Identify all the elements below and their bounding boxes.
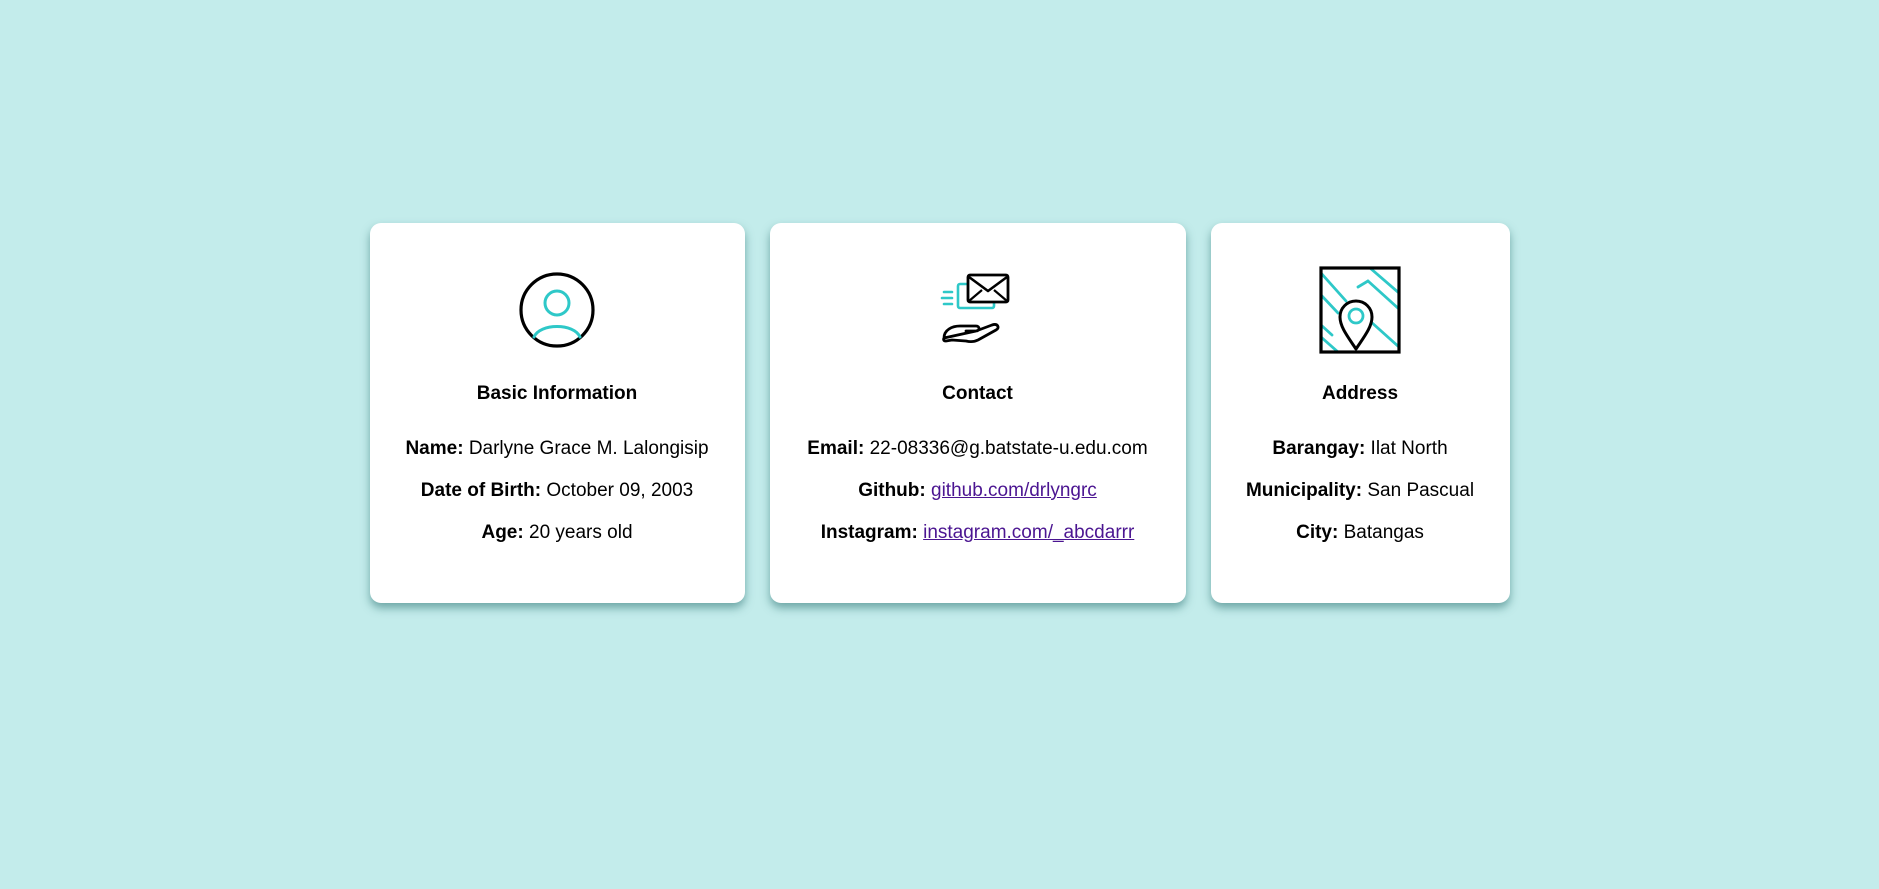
municipality-label: Municipality: bbox=[1245, 480, 1363, 501]
basic-information-card: Basic Information Name: Darlyne Grace M.… bbox=[369, 223, 745, 603]
github-link[interactable]: github.com/drlyngrc bbox=[931, 480, 1097, 501]
municipality-row: Municipality: San Pascual bbox=[1246, 478, 1474, 504]
date-of-birth-value: October 09, 2003 bbox=[546, 480, 694, 501]
map-pin-icon bbox=[1315, 265, 1405, 355]
age-row: Age: 20 years old bbox=[481, 520, 632, 546]
instagram-label: Instagram: bbox=[820, 522, 918, 543]
info-cards: Basic Information Name: Darlyne Grace M.… bbox=[0, 223, 1879, 603]
barangay-value: Ilat North bbox=[1370, 438, 1448, 459]
age-label: Age: bbox=[481, 522, 524, 543]
contact-card: Contact Email: 22-08336@g.batstate-u.edu… bbox=[769, 223, 1186, 603]
card-title: Address bbox=[1321, 383, 1399, 404]
city-value: Batangas bbox=[1343, 522, 1424, 543]
name-value: Darlyne Grace M. Lalongisip bbox=[468, 438, 709, 459]
city-row: City: Batangas bbox=[1296, 520, 1424, 546]
date-of-birth-label: Date of Birth: bbox=[420, 480, 542, 501]
card-title: Basic Information bbox=[476, 383, 638, 404]
municipality-value: San Pascual bbox=[1367, 480, 1475, 501]
address-card: Address Barangay: Ilat North Municipalit… bbox=[1210, 223, 1510, 603]
name-label: Name: bbox=[405, 438, 464, 459]
date-of-birth-row: Date of Birth: October 09, 2003 bbox=[421, 478, 693, 504]
email-label: Email: bbox=[807, 438, 865, 459]
github-label: Github: bbox=[858, 480, 926, 501]
name-row: Name: Darlyne Grace M. Lalongisip bbox=[405, 436, 708, 462]
city-label: City: bbox=[1296, 522, 1339, 543]
instagram-row: Instagram: instagram.com/_abcdarrr bbox=[821, 520, 1135, 546]
age-value: 20 years old bbox=[529, 522, 633, 543]
github-row: Github: github.com/drlyngrc bbox=[858, 478, 1097, 504]
email-row: Email: 22-08336@g.batstate-u.edu.com bbox=[807, 436, 1147, 462]
hand-mail-icon bbox=[933, 265, 1023, 355]
barangay-label: Barangay: bbox=[1272, 438, 1366, 459]
user-circle-icon bbox=[512, 265, 602, 355]
instagram-link[interactable]: instagram.com/_abcdarrr bbox=[923, 522, 1134, 543]
card-title: Contact bbox=[942, 383, 1013, 404]
email-value: 22-08336@g.batstate-u.edu.com bbox=[869, 438, 1148, 459]
barangay-row: Barangay: Ilat North bbox=[1272, 436, 1447, 462]
